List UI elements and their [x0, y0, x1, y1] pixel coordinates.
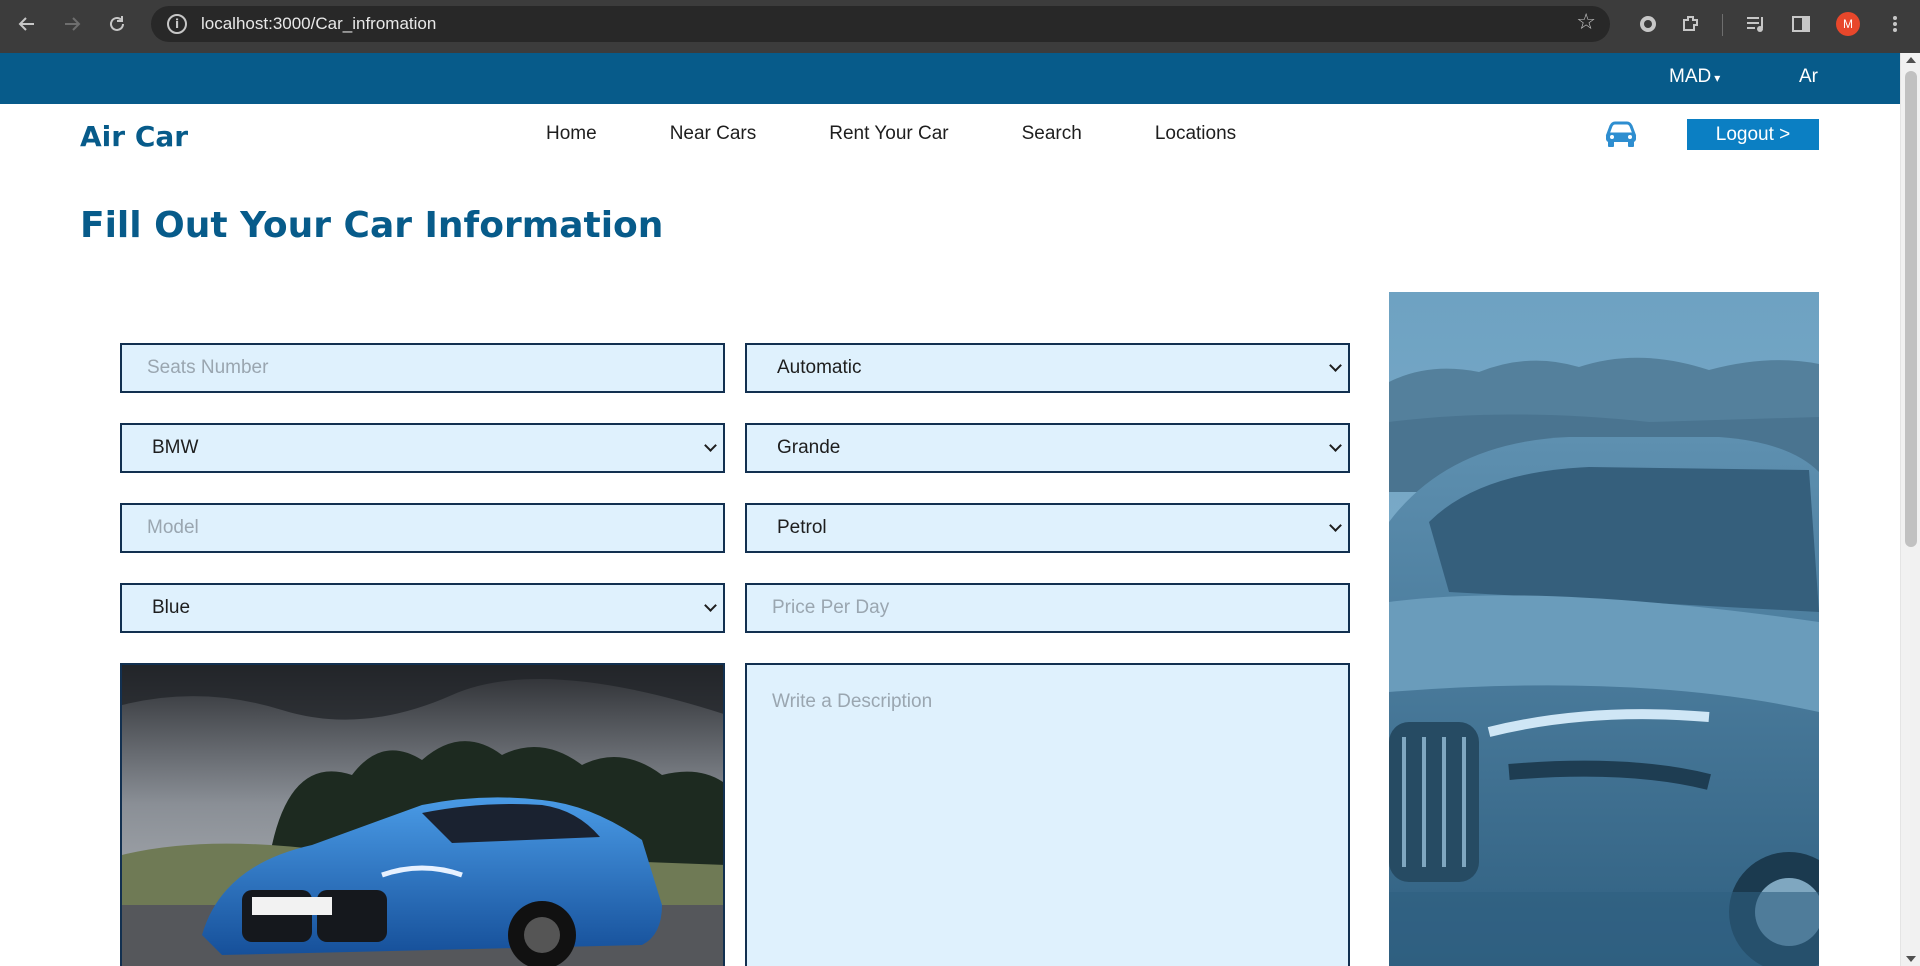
extension-icon[interactable] — [1635, 11, 1661, 37]
model-input[interactable]: Model — [120, 503, 725, 553]
nav-link-search[interactable]: Search — [1022, 123, 1082, 145]
address-bar[interactable]: i localhost:3000/Car_infromation ☆ — [151, 6, 1610, 42]
side-car-image — [1389, 292, 1819, 966]
car-photo-upload[interactable] — [120, 663, 725, 966]
scrollbar-thumb[interactable] — [1905, 71, 1917, 547]
nav-link-rent-your-car[interactable]: Rent Your Car — [829, 123, 948, 145]
brand-value: BMW — [152, 437, 199, 458]
chevron-down-icon — [704, 439, 717, 452]
logo[interactable]: Air Car — [80, 120, 188, 153]
seats-number-input[interactable]: Seats Number — [120, 343, 725, 393]
car-icon[interactable] — [1604, 121, 1638, 149]
chevron-down-icon — [1329, 519, 1342, 532]
currency-selector[interactable]: MAD ▾ — [1669, 66, 1720, 88]
color-select[interactable]: Blue — [120, 583, 725, 633]
page-scrollbar[interactable] — [1900, 53, 1920, 966]
size-select[interactable]: Grande — [745, 423, 1350, 473]
reload-icon[interactable] — [95, 2, 139, 46]
url-text: localhost:3000/Car_infromation — [201, 14, 437, 33]
brand-select[interactable]: BMW — [120, 423, 725, 473]
language-switch[interactable]: Ar — [1799, 66, 1818, 88]
main-menu: Home Near Cars Rent Your Car Search Loca… — [546, 123, 1309, 145]
chevron-down-icon — [704, 599, 717, 612]
chevron-down-icon — [1329, 359, 1342, 372]
site-info-icon[interactable]: i — [167, 14, 187, 34]
scroll-up-icon[interactable] — [1906, 57, 1916, 63]
logout-button[interactable]: Logout > — [1687, 119, 1819, 150]
page-title: Fill Out Your Car Information — [80, 205, 664, 246]
size-value: Grande — [777, 437, 841, 458]
back-icon[interactable] — [5, 2, 49, 46]
nav-link-home[interactable]: Home — [546, 123, 597, 145]
browser-toolbar: i localhost:3000/Car_infromation ☆ M — [0, 0, 1920, 53]
transmission-value: Automatic — [777, 357, 862, 378]
page-viewport: MAD ▾ Ar Air Car Home Near Cars Rent Your… — [0, 53, 1920, 966]
fuel-value: Petrol — [777, 517, 827, 538]
extensions-icon[interactable] — [1678, 11, 1704, 37]
navbar: Air Car Home Near Cars Rent Your Car Sea… — [0, 104, 1920, 169]
fuel-select[interactable]: Petrol — [745, 503, 1350, 553]
media-icon[interactable] — [1743, 11, 1769, 37]
color-value: Blue — [152, 597, 191, 618]
top-bar: MAD ▾ Ar — [0, 53, 1920, 104]
scroll-down-icon[interactable] — [1906, 956, 1916, 962]
more-menu-icon[interactable] — [1882, 11, 1908, 37]
toolbar-separator — [1722, 14, 1723, 36]
profile-avatar[interactable]: M — [1836, 12, 1860, 36]
star-icon[interactable]: ☆ — [1576, 10, 1596, 35]
blue-car-photo — [122, 665, 723, 966]
nav-link-near-cars[interactable]: Near Cars — [670, 123, 757, 145]
price-per-day-input[interactable]: Price Per Day — [745, 583, 1350, 633]
forward-icon[interactable] — [50, 2, 94, 46]
side-panel-icon[interactable] — [1788, 11, 1814, 37]
chevron-down-icon: ▾ — [1714, 71, 1721, 85]
chevron-down-icon — [1329, 439, 1342, 452]
currency-label: MAD — [1669, 66, 1712, 87]
description-textarea[interactable]: Write a Description — [745, 663, 1350, 966]
nav-link-locations[interactable]: Locations — [1155, 123, 1236, 145]
transmission-select[interactable]: Automatic — [745, 343, 1350, 393]
